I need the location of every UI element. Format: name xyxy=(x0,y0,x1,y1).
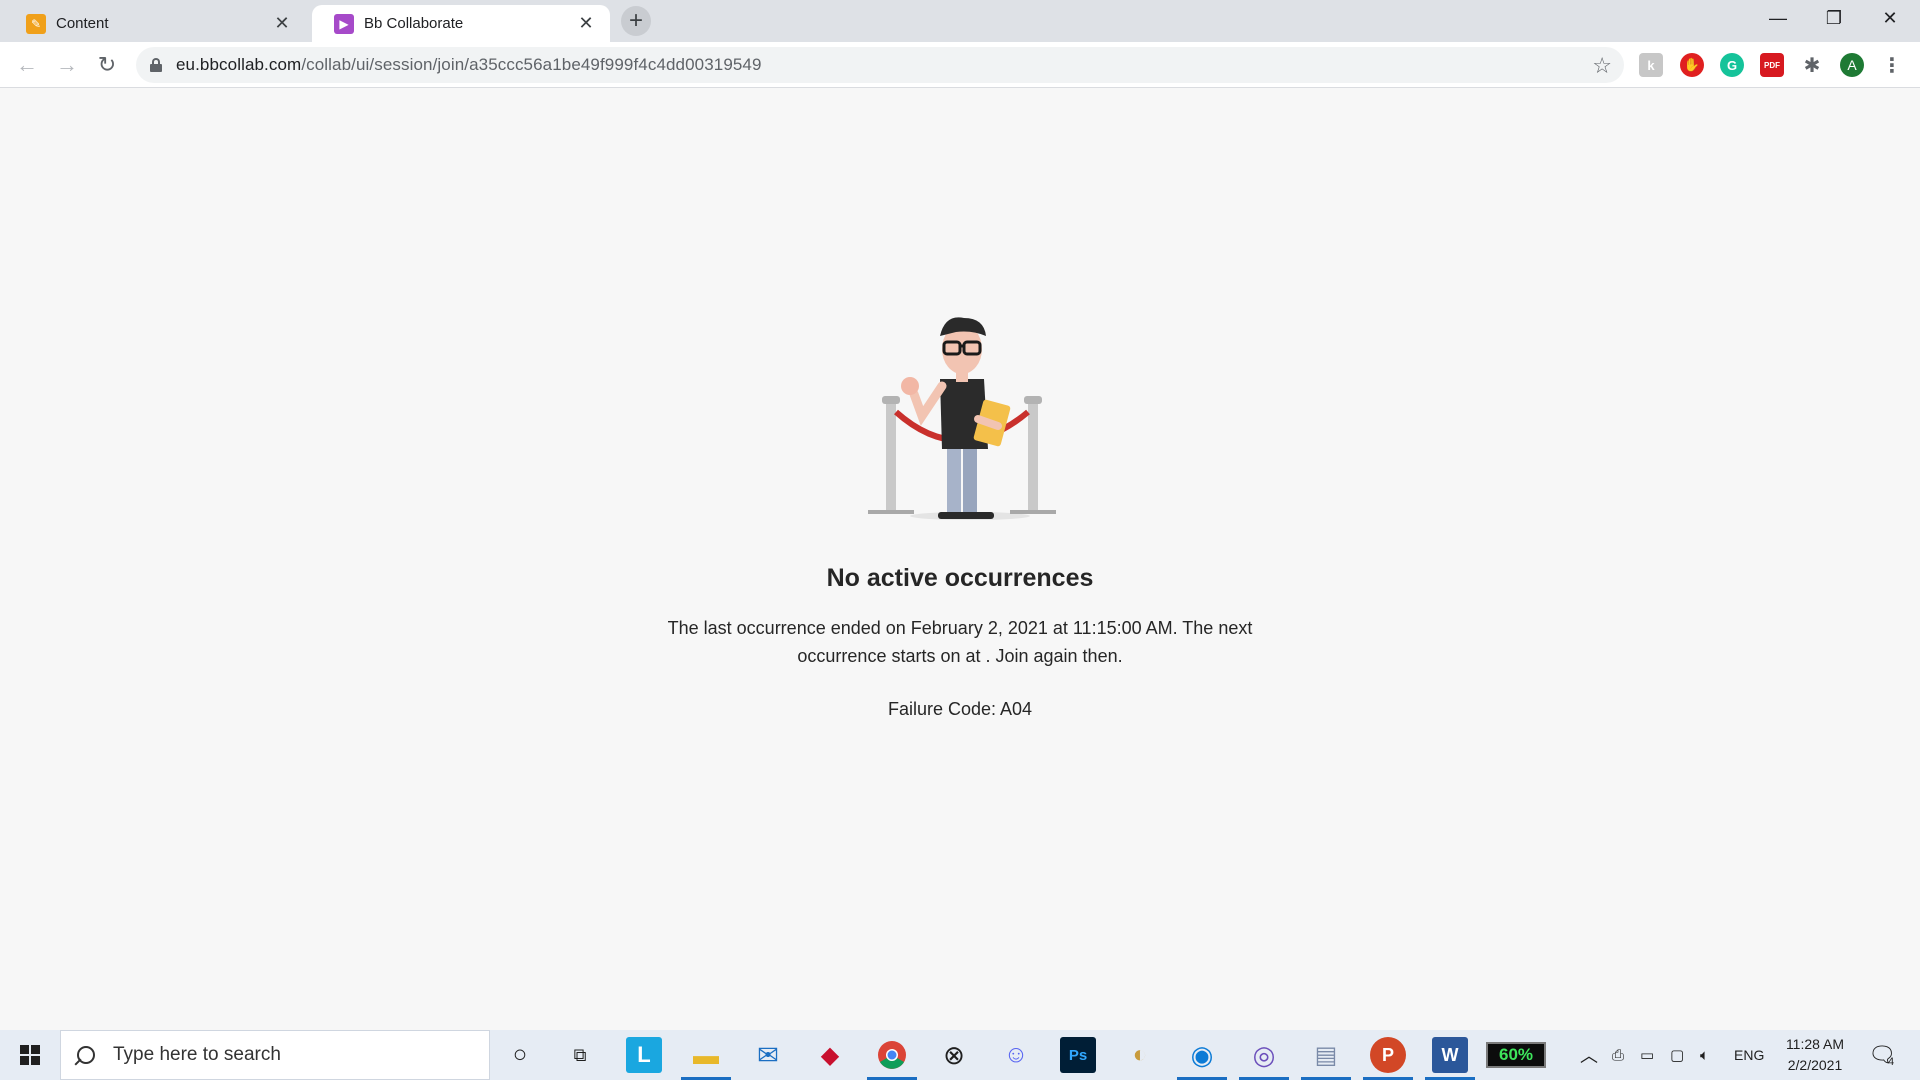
mail-icon[interactable]: ✉ xyxy=(750,1037,786,1073)
tor-browser-icon[interactable]: ◎ xyxy=(1239,1037,1289,1080)
tab-title: Bb Collaborate xyxy=(364,15,464,32)
chrome-icon[interactable] xyxy=(867,1037,917,1080)
windows-taskbar: Type here to search ○ ⧉ L ▬ ✉ ◆ ⊗ ☺ Ps ◐… xyxy=(0,1030,1920,1080)
battery-icon[interactable]: ▭ xyxy=(1640,1030,1654,1080)
failure-code: Failure Code: A04 xyxy=(887,699,1033,719)
volume-icon[interactable]: 🔈︎ xyxy=(1700,1030,1709,1080)
discord-icon[interactable]: ☺ xyxy=(998,1037,1034,1073)
grammarly-icon[interactable]: G xyxy=(1720,53,1744,77)
search-placeholder: Type here to search xyxy=(113,1044,281,1065)
file-explorer-icon[interactable]: ▬ xyxy=(681,1037,731,1080)
start-button[interactable] xyxy=(0,1030,60,1080)
word-icon[interactable]: W xyxy=(1425,1037,1475,1080)
collaborate-icon: ▶ xyxy=(334,13,354,34)
close-icon[interactable]: ✕ xyxy=(272,13,292,34)
search-icon xyxy=(77,1046,95,1064)
notification-center-icon[interactable]: 🗨︎ 4 xyxy=(1868,1030,1896,1080)
battery-percentage-widget[interactable]: 60% xyxy=(1486,1042,1546,1068)
minimize-button[interactable]: — xyxy=(1750,0,1806,36)
lock-icon xyxy=(150,58,162,72)
tab-content[interactable]: ✎ Content ✕ xyxy=(4,5,306,42)
taskbar-clock[interactable]: 11:28 AM 2/2/2021 xyxy=(1770,1034,1860,1076)
menu-kebab-icon[interactable]: ⋮ xyxy=(1880,53,1904,77)
powerpoint-icon[interactable]: P xyxy=(1363,1037,1413,1080)
pdf-extension-icon[interactable]: PDF xyxy=(1760,53,1784,77)
new-tab-button[interactable]: + xyxy=(621,6,651,36)
reload-button[interactable]: ↻ xyxy=(92,50,122,80)
url-text: eu.bbcollab.com/collab/ui/session/join/a… xyxy=(176,55,762,74)
pencil-icon: ✎ xyxy=(26,13,46,34)
page-content: No active occurrences The last occurrenc… xyxy=(0,89,1920,1029)
task-view-icon[interactable]: ⧉ xyxy=(562,1037,598,1073)
doorman-illustration xyxy=(868,317,1056,520)
meet-now-icon[interactable]: ⎙ xyxy=(1612,1030,1624,1080)
page-title: No active occurrences xyxy=(826,564,1094,592)
forward-button[interactable]: → xyxy=(52,50,82,80)
windows-logo-icon xyxy=(20,1045,40,1065)
notification-count-badge: 4 xyxy=(1887,1056,1895,1068)
clock-date: 2/2/2021 xyxy=(1787,1057,1843,1073)
adblock-icon[interactable]: ✋ xyxy=(1680,53,1704,77)
restore-button[interactable]: ❐ xyxy=(1806,0,1862,36)
address-bar[interactable]: eu.bbcollab.com/collab/ui/session/join/a… xyxy=(136,47,1624,83)
close-window-button[interactable]: ✕ xyxy=(1862,0,1918,36)
taskbar-search-input[interactable]: Type here to search xyxy=(60,1030,490,1080)
lightshot-icon[interactable]: L xyxy=(626,1037,662,1073)
language-indicator[interactable]: ENG xyxy=(1734,1030,1764,1080)
tab-bb-collaborate[interactable]: ▶ Bb Collaborate ✕ xyxy=(312,5,610,42)
browser-tab-strip: ✎ Content ✕ ▶ Bb Collaborate ✕ + — ❐ ✕ xyxy=(0,0,1920,42)
profile-avatar[interactable]: A xyxy=(1840,53,1864,77)
edge-icon[interactable]: ◉ xyxy=(1177,1037,1227,1080)
clock-time: 11:28 AM xyxy=(1785,1036,1845,1052)
status-message: The last occurrence ended on February 2,… xyxy=(667,618,1253,666)
league-of-legends-icon[interactable]: ◐ xyxy=(1122,1037,1158,1073)
mcafee-icon[interactable]: ◆ xyxy=(812,1037,848,1073)
show-hidden-icons-chevron-icon[interactable]: ︿ xyxy=(1580,1030,1598,1080)
close-icon[interactable]: ✕ xyxy=(576,13,596,34)
photos-icon[interactable]: ▤ xyxy=(1301,1037,1351,1080)
xbox-icon[interactable]: ⊗ xyxy=(936,1037,972,1073)
tab-title: Content xyxy=(56,15,109,32)
cortana-icon[interactable]: ○ xyxy=(502,1037,538,1073)
network-icon[interactable]: ▢ xyxy=(1670,1030,1684,1080)
photoshop-icon[interactable]: Ps xyxy=(1060,1037,1096,1073)
extensions-puzzle-icon[interactable]: ✱ xyxy=(1800,53,1824,77)
bookmark-star-icon[interactable]: ☆ xyxy=(1592,53,1612,79)
extension-icon[interactable]: k xyxy=(1639,53,1663,77)
browser-toolbar: ← → ↻ eu.bbcollab.com/collab/ui/session/… xyxy=(0,42,1920,88)
back-button[interactable]: ← xyxy=(12,50,42,80)
